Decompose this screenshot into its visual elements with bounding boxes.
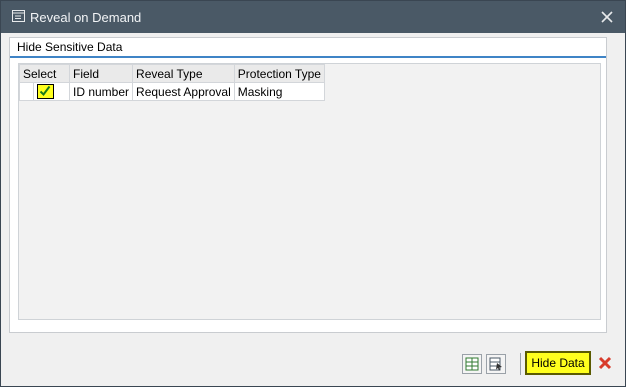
column-header-field[interactable]: Field	[68, 64, 134, 83]
group-header: Hide Sensitive Data	[10, 38, 606, 58]
reveal-on-demand-dialog: Reveal on Demand Hide Sensitive Data Sel…	[0, 0, 626, 387]
title-bar: Reveal on Demand	[1, 1, 625, 33]
table-export-select-icon	[489, 357, 502, 371]
select-checkbox[interactable]	[37, 84, 54, 99]
cell-reveal-type: Request Approval	[132, 82, 235, 101]
row-selector[interactable]	[20, 83, 34, 100]
content-frame: Hide Sensitive Data Select Field Reveal …	[9, 37, 607, 333]
data-table-area: Select Field Reveal Type Protection Type	[18, 63, 601, 320]
hide-data-button[interactable]: Hide Data	[525, 351, 591, 375]
checkmark-icon	[39, 85, 51, 97]
column-header-reveal-type[interactable]: Reveal Type	[132, 64, 235, 83]
footer-toolbar: Hide Data	[1, 341, 625, 386]
cell-field: ID number	[68, 82, 134, 101]
data-table: Select Field Reveal Type Protection Type	[19, 64, 325, 101]
column-header-protection-type[interactable]: Protection Type	[233, 64, 325, 83]
table-export-select-button[interactable]	[486, 354, 506, 374]
window-title: Reveal on Demand	[30, 10, 142, 25]
cancel-x-icon[interactable]	[596, 354, 614, 372]
table-export-button[interactable]	[462, 354, 482, 374]
select-cell	[19, 82, 70, 101]
cell-protection-type: Masking	[233, 82, 325, 101]
table-row[interactable]: ID number Request Approval Masking	[19, 82, 325, 101]
edit-window-icon	[12, 10, 25, 22]
close-icon[interactable]	[599, 9, 615, 25]
table-export-icon	[465, 357, 479, 371]
column-header-select[interactable]: Select	[19, 64, 70, 83]
toolbar-separator	[520, 353, 521, 375]
group-title: Hide Sensitive Data	[17, 40, 123, 54]
table-header-row: Select Field Reveal Type Protection Type	[19, 64, 325, 83]
